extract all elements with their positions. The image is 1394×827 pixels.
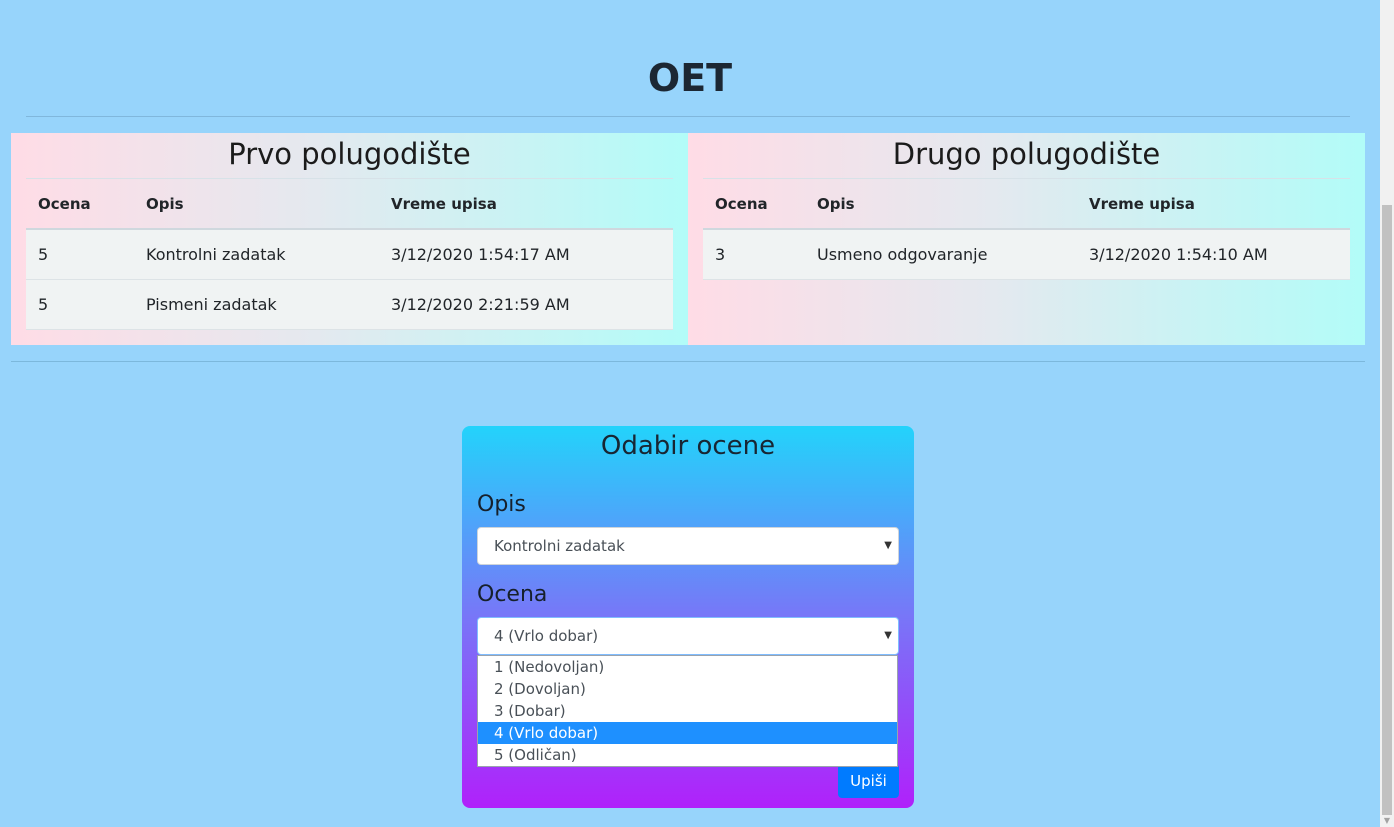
table-header-row: Ocena Opis Vreme upisa xyxy=(26,179,673,230)
first-semester-title: Prvo polugodište xyxy=(26,133,673,179)
second-semester-table: Ocena Opis Vreme upisa 3 Usmeno odgovara… xyxy=(703,179,1350,280)
description-cell: Usmeno odgovaranje xyxy=(805,229,1077,280)
chevron-down-icon: ▼ xyxy=(884,540,892,551)
table-row: 3 Usmeno odgovaranje 3/12/2020 1:54:10 A… xyxy=(703,229,1350,280)
timestamp-cell: 3/12/2020 1:54:17 AM xyxy=(379,229,673,280)
table-row: 5 Pismeni zadatak 3/12/2020 2:21:59 AM xyxy=(26,279,673,330)
table-header-row: Ocena Opis Vreme upisa xyxy=(703,179,1350,230)
ocena-select[interactable]: 4 (Vrlo dobar) ▼ xyxy=(477,617,899,655)
column-header-opis: Opis xyxy=(805,179,1077,230)
table-row: 5 Kontrolni zadatak 3/12/2020 1:54:17 AM xyxy=(26,229,673,280)
opis-select-value: Kontrolni zadatak xyxy=(494,537,625,555)
ocena-option-selected[interactable]: 4 (Vrlo dobar) xyxy=(478,722,897,744)
grade-cell: 5 xyxy=(26,229,134,280)
opis-select[interactable]: Kontrolni zadatak ▼ xyxy=(477,527,899,565)
ocena-option[interactable]: 3 (Dobar) xyxy=(478,700,897,722)
ocena-select-value: 4 (Vrlo dobar) xyxy=(494,627,599,645)
scrollbar-thumb[interactable] xyxy=(1382,205,1392,815)
column-header-vreme-upisa: Vreme upisa xyxy=(1077,179,1350,230)
first-semester-panel: Prvo polugodište Ocena Opis Vreme upisa … xyxy=(11,133,688,345)
scroll-down-arrow-icon[interactable]: ▼ xyxy=(1380,815,1394,827)
first-semester-table: Ocena Opis Vreme upisa 5 Kontrolni zadat… xyxy=(26,179,673,330)
description-cell: Kontrolni zadatak xyxy=(134,229,379,280)
second-semester-panel: Drugo polugodište Ocena Opis Vreme upisa… xyxy=(688,133,1365,345)
grade-cell: 5 xyxy=(26,279,134,330)
opis-label: Opis xyxy=(477,492,526,517)
column-header-ocena: Ocena xyxy=(26,179,134,230)
submit-button[interactable]: Upiši xyxy=(838,764,899,798)
ocena-label: Ocena xyxy=(477,582,548,607)
page-title: OET xyxy=(647,56,733,100)
column-header-opis: Opis xyxy=(134,179,379,230)
vertical-scrollbar[interactable]: ▼ xyxy=(1380,0,1394,827)
second-semester-title: Drugo polugodište xyxy=(703,133,1350,179)
ocena-option[interactable]: 1 (Nedovoljan) xyxy=(478,656,897,678)
description-cell: Pismeni zadatak xyxy=(134,279,379,330)
ocena-dropdown-list: 1 (Nedovoljan) 2 (Dovoljan) 3 (Dobar) 4 … xyxy=(477,655,898,767)
ocena-option[interactable]: 2 (Dovoljan) xyxy=(478,678,897,700)
timestamp-cell: 3/12/2020 1:54:10 AM xyxy=(1077,229,1350,280)
middle-divider xyxy=(11,361,1365,362)
ocena-option[interactable]: 5 (Odličan) xyxy=(478,744,897,766)
top-divider xyxy=(26,116,1350,117)
column-header-ocena: Ocena xyxy=(703,179,805,230)
chevron-down-icon: ▼ xyxy=(884,630,892,641)
form-title: Odabir ocene xyxy=(600,431,776,461)
timestamp-cell: 3/12/2020 2:21:59 AM xyxy=(379,279,673,330)
grade-form-card: Odabir ocene Opis Kontrolni zadatak ▼ Oc… xyxy=(462,426,914,808)
column-header-vreme-upisa: Vreme upisa xyxy=(379,179,673,230)
grade-cell: 3 xyxy=(703,229,805,280)
